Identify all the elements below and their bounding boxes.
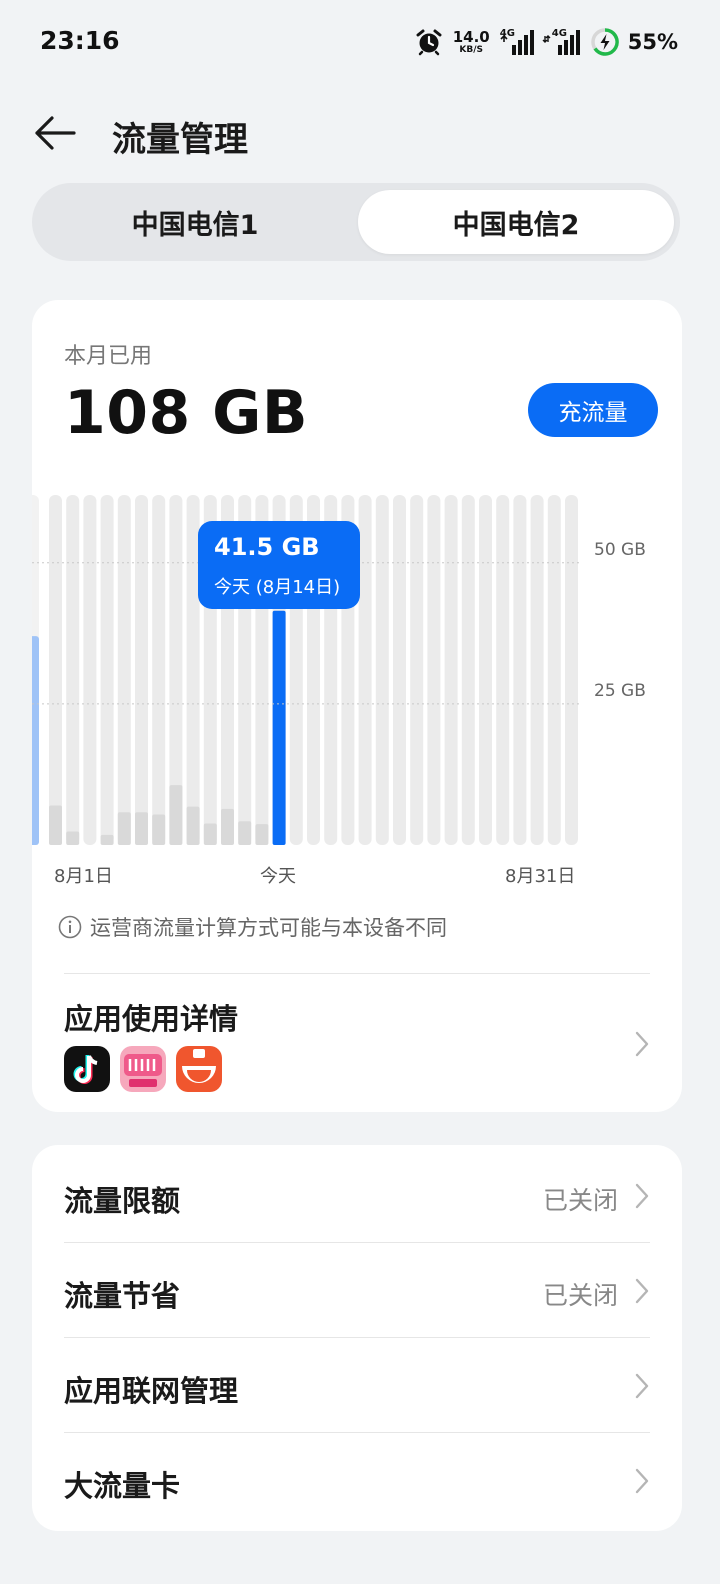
day-bar-track bbox=[152, 495, 166, 845]
battery-percent: 55% bbox=[627, 30, 678, 54]
monthly-usage-label: 本月已用 bbox=[64, 344, 153, 369]
day-bar bbox=[100, 834, 114, 845]
day-bar-track bbox=[393, 495, 406, 845]
chevron-right-icon bbox=[635, 1031, 649, 1057]
bilibili-icon bbox=[120, 1046, 166, 1092]
settings-row-app-network[interactable]: 应用联网管理 bbox=[32, 1338, 682, 1433]
chevron-right-icon bbox=[635, 1468, 649, 1494]
sim-selector: 中国电信1 中国电信2 bbox=[32, 183, 680, 261]
app-icons bbox=[64, 1046, 222, 1092]
day-bar-track bbox=[100, 495, 114, 845]
settings-value: 已关闭 bbox=[542, 1281, 618, 1310]
day-bar-track bbox=[513, 495, 527, 845]
app-header: 流量管理 bbox=[0, 100, 720, 164]
settings-label: 大流量卡 bbox=[64, 1469, 181, 1503]
settings-label: 流量节省 bbox=[64, 1279, 181, 1313]
day-bar bbox=[135, 812, 148, 845]
signal-sim1: 4G bbox=[500, 28, 534, 56]
settings-label: 应用联网管理 bbox=[64, 1374, 239, 1408]
network-speed-unit: KB/S bbox=[459, 44, 484, 55]
carrier-note-text: 运营商流量计算方式可能与本设备不同 bbox=[90, 916, 447, 940]
day-bar-track bbox=[375, 495, 389, 845]
day-bar bbox=[255, 824, 269, 845]
network-speed: 14.0 KB/S bbox=[452, 27, 490, 55]
settings-card: 流量限额 已关闭 流量节省 已关闭 应用联网管理 大流量卡 bbox=[32, 1145, 682, 1531]
topup-button[interactable]: 充流量 bbox=[528, 383, 658, 437]
settings-label: 流量限额 bbox=[64, 1184, 181, 1218]
day-bar-track bbox=[427, 495, 441, 845]
prev-month-bar bbox=[32, 636, 39, 845]
tab-sim1[interactable]: 中国电信1 bbox=[38, 190, 352, 254]
alarm-clock-icon bbox=[416, 29, 442, 56]
day-bar bbox=[221, 808, 234, 845]
x-label-start: 8月1日 bbox=[54, 866, 113, 887]
chevron-right-icon bbox=[635, 1183, 649, 1209]
day-bar bbox=[186, 806, 200, 845]
day-bar bbox=[238, 821, 252, 845]
status-icons: 14.0 KB/S 4G 4G 55% bbox=[415, 24, 678, 60]
tiktok-icon bbox=[64, 1046, 110, 1092]
y-tick-label: 25 GB bbox=[594, 681, 646, 701]
day-bar-track bbox=[410, 495, 424, 845]
settings-value: 已关闭 bbox=[542, 1186, 618, 1215]
day-bar bbox=[49, 805, 62, 845]
monthly-usage-value: 108 GB bbox=[64, 378, 309, 448]
page-title: 流量管理 bbox=[112, 120, 248, 160]
signal-sim2: 4G bbox=[542, 28, 582, 56]
tooltip-value: 41.5 GB bbox=[214, 533, 320, 561]
tab-sim2[interactable]: 中国电信2 bbox=[358, 190, 674, 254]
status-time: 23:16 bbox=[40, 26, 120, 55]
y-tick-label: 50 GB bbox=[594, 540, 646, 560]
arrow-left-icon bbox=[35, 116, 76, 150]
day-bar-track bbox=[479, 495, 492, 845]
chart-tooltip: 41.5 GB 今天 (8月14日) bbox=[198, 521, 360, 609]
day-bar-track bbox=[135, 495, 148, 845]
chevron-right-icon bbox=[635, 1373, 649, 1399]
daily-usage-chart[interactable]: 41.5 GB 今天 (8月14日) 50 GB 25 GB 8月1日 今天 8… bbox=[32, 480, 682, 900]
day-bar-track bbox=[66, 495, 80, 845]
signal-sim1-type: 4G bbox=[499, 28, 515, 39]
back-button[interactable] bbox=[32, 110, 78, 156]
tooltip-date: 今天 (8月14日) bbox=[214, 577, 341, 598]
battery-charging-icon bbox=[590, 28, 619, 56]
day-bar bbox=[117, 812, 131, 845]
day-bar bbox=[203, 823, 217, 845]
divider bbox=[64, 973, 650, 974]
day-bar-track bbox=[565, 495, 578, 845]
chevron-right-icon bbox=[635, 1278, 649, 1304]
status-bar: 23:16 14.0 KB/S 4G 4G 55% bbox=[0, 0, 720, 84]
day-bar bbox=[152, 814, 166, 845]
carrier-note: 运营商流量计算方式可能与本设备不同 bbox=[58, 912, 447, 942]
info-icon bbox=[58, 915, 82, 939]
signal-sim2-type: 4G bbox=[551, 28, 567, 39]
settings-row-data-saver[interactable]: 流量节省 已关闭 bbox=[32, 1243, 682, 1338]
network-speed-value: 14.0 bbox=[452, 27, 490, 46]
today-bar bbox=[272, 610, 286, 845]
day-bar-track bbox=[49, 495, 62, 845]
fanqie-novel-icon bbox=[176, 1046, 222, 1092]
day-bar-track bbox=[496, 495, 510, 845]
app-usage-detail-title: 应用使用详情 bbox=[64, 1002, 239, 1036]
x-label-end: 8月31日 bbox=[505, 866, 576, 887]
settings-row-data-card[interactable]: 大流量卡 bbox=[32, 1433, 682, 1528]
day-bar-track bbox=[547, 495, 561, 845]
app-usage-detail-row[interactable]: 应用使用详情 bbox=[32, 976, 682, 1106]
settings-row-data-limit[interactable]: 流量限额 已关闭 bbox=[32, 1148, 682, 1243]
day-bar-track bbox=[444, 495, 458, 845]
day-bar-track bbox=[83, 495, 97, 845]
day-bar bbox=[169, 785, 183, 845]
usage-card: 本月已用 108 GB 充流量 41.5 GB 今天 (8月14日) 50 GB… bbox=[32, 300, 682, 1112]
day-bar-track bbox=[358, 495, 372, 845]
day-bar-track bbox=[461, 495, 475, 845]
x-label-today: 今天 bbox=[260, 866, 296, 887]
day-bar-track bbox=[530, 495, 544, 845]
day-bar-track bbox=[117, 495, 131, 845]
day-bar bbox=[66, 831, 80, 845]
